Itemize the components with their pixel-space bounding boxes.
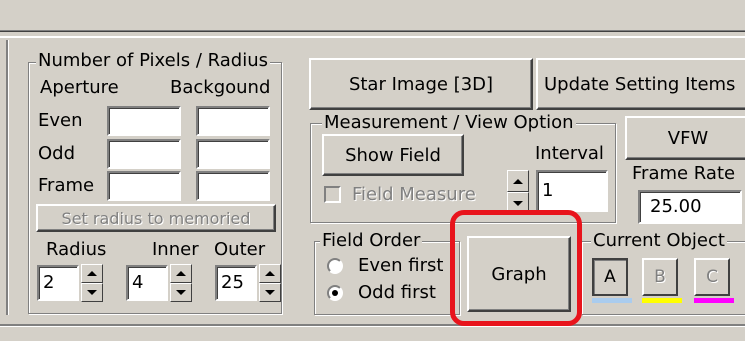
pixels-radius-group-title: Number of Pixels / Radius — [36, 50, 270, 71]
frame-aperture-field[interactable] — [107, 171, 181, 201]
show-field-button[interactable]: Show Field — [322, 134, 464, 176]
radio-selected-dot — [332, 290, 338, 296]
even-aperture-field[interactable] — [107, 106, 181, 136]
current-object-group-title: Current Object — [591, 230, 727, 251]
bottom-line — [0, 324, 745, 326]
even-row-label: Even — [38, 110, 83, 131]
radius-up-button[interactable] — [81, 264, 103, 283]
update-setting-items-button[interactable]: Update Setting Items — [536, 58, 745, 110]
radius-input[interactable]: 2 — [37, 265, 79, 301]
outer-input[interactable]: 25 — [215, 265, 257, 301]
arrow-down-icon — [87, 290, 97, 295]
field-order-group — [314, 241, 460, 315]
field-order-group-title: Field Order — [320, 230, 423, 251]
object-b-button[interactable]: B — [642, 258, 678, 296]
frame-rate-label: Frame Rate — [632, 163, 736, 184]
odd-row-label: Odd — [38, 143, 76, 164]
outer-label: Outer — [214, 239, 266, 260]
object-b-label: B — [654, 267, 666, 287]
radius-label: Radius — [46, 239, 107, 260]
interval-input[interactable]: 1 — [536, 170, 608, 212]
arrow-up-icon — [87, 271, 97, 276]
radius-spinner[interactable] — [81, 264, 103, 302]
background-column-label: Backgound — [170, 77, 271, 98]
measurement-group-title: Measurement / View Option — [322, 112, 576, 133]
arrow-up-icon — [513, 178, 523, 184]
frame-row-label: Frame — [38, 175, 95, 196]
field-measure-checkbox[interactable] — [324, 186, 341, 203]
object-a-label: A — [604, 267, 616, 287]
field-measure-label: Field Measure — [352, 184, 476, 205]
even-first-radio[interactable] — [327, 258, 343, 274]
top-divider — [0, 0, 745, 30]
panel-frame-line — [0, 36, 745, 38]
star-image-3d-button[interactable]: Star Image [3D] — [309, 58, 533, 110]
object-c-label: C — [706, 267, 718, 287]
radius-down-button[interactable] — [81, 283, 103, 302]
odd-background-field[interactable] — [196, 139, 270, 169]
interval-label: Interval — [535, 143, 604, 164]
object-a-color-bar — [592, 298, 632, 303]
arrow-down-icon — [513, 200, 523, 206]
interval-up-button[interactable] — [507, 170, 529, 192]
interval-spinner[interactable] — [507, 170, 529, 214]
even-background-field[interactable] — [196, 106, 270, 136]
inner-input[interactable]: 4 — [126, 265, 168, 301]
arrow-down-icon — [265, 290, 275, 295]
inner-label: Inner — [152, 239, 199, 260]
left-edge-line — [6, 40, 8, 315]
object-c-color-bar — [694, 298, 734, 303]
odd-first-radio[interactable] — [327, 285, 343, 301]
outer-down-button[interactable] — [259, 283, 281, 302]
inner-down-button[interactable] — [170, 283, 192, 302]
arrow-up-icon — [265, 271, 275, 276]
aperture-column-label: Aperture — [40, 77, 119, 98]
object-b-color-bar — [642, 298, 682, 303]
odd-aperture-field[interactable] — [107, 139, 181, 169]
object-c-button[interactable]: C — [694, 258, 730, 296]
outer-up-button[interactable] — [259, 264, 281, 283]
arrow-up-icon — [176, 271, 186, 276]
set-radius-button[interactable]: Set radius to memoried — [36, 204, 276, 232]
vfw-button[interactable]: VFW — [625, 116, 745, 160]
graph-highlight-box — [450, 210, 582, 326]
frame-background-field[interactable] — [196, 171, 270, 201]
inner-up-button[interactable] — [170, 264, 192, 283]
outer-spinner[interactable] — [259, 264, 281, 302]
object-a-button[interactable]: A — [592, 258, 628, 296]
even-first-label: Even first — [358, 255, 444, 276]
top-divider-line — [0, 30, 745, 32]
arrow-down-icon — [176, 290, 186, 295]
inner-spinner[interactable] — [170, 264, 192, 302]
odd-first-label: Odd first — [358, 282, 436, 303]
frame-rate-input[interactable]: 25.00 — [638, 190, 742, 224]
